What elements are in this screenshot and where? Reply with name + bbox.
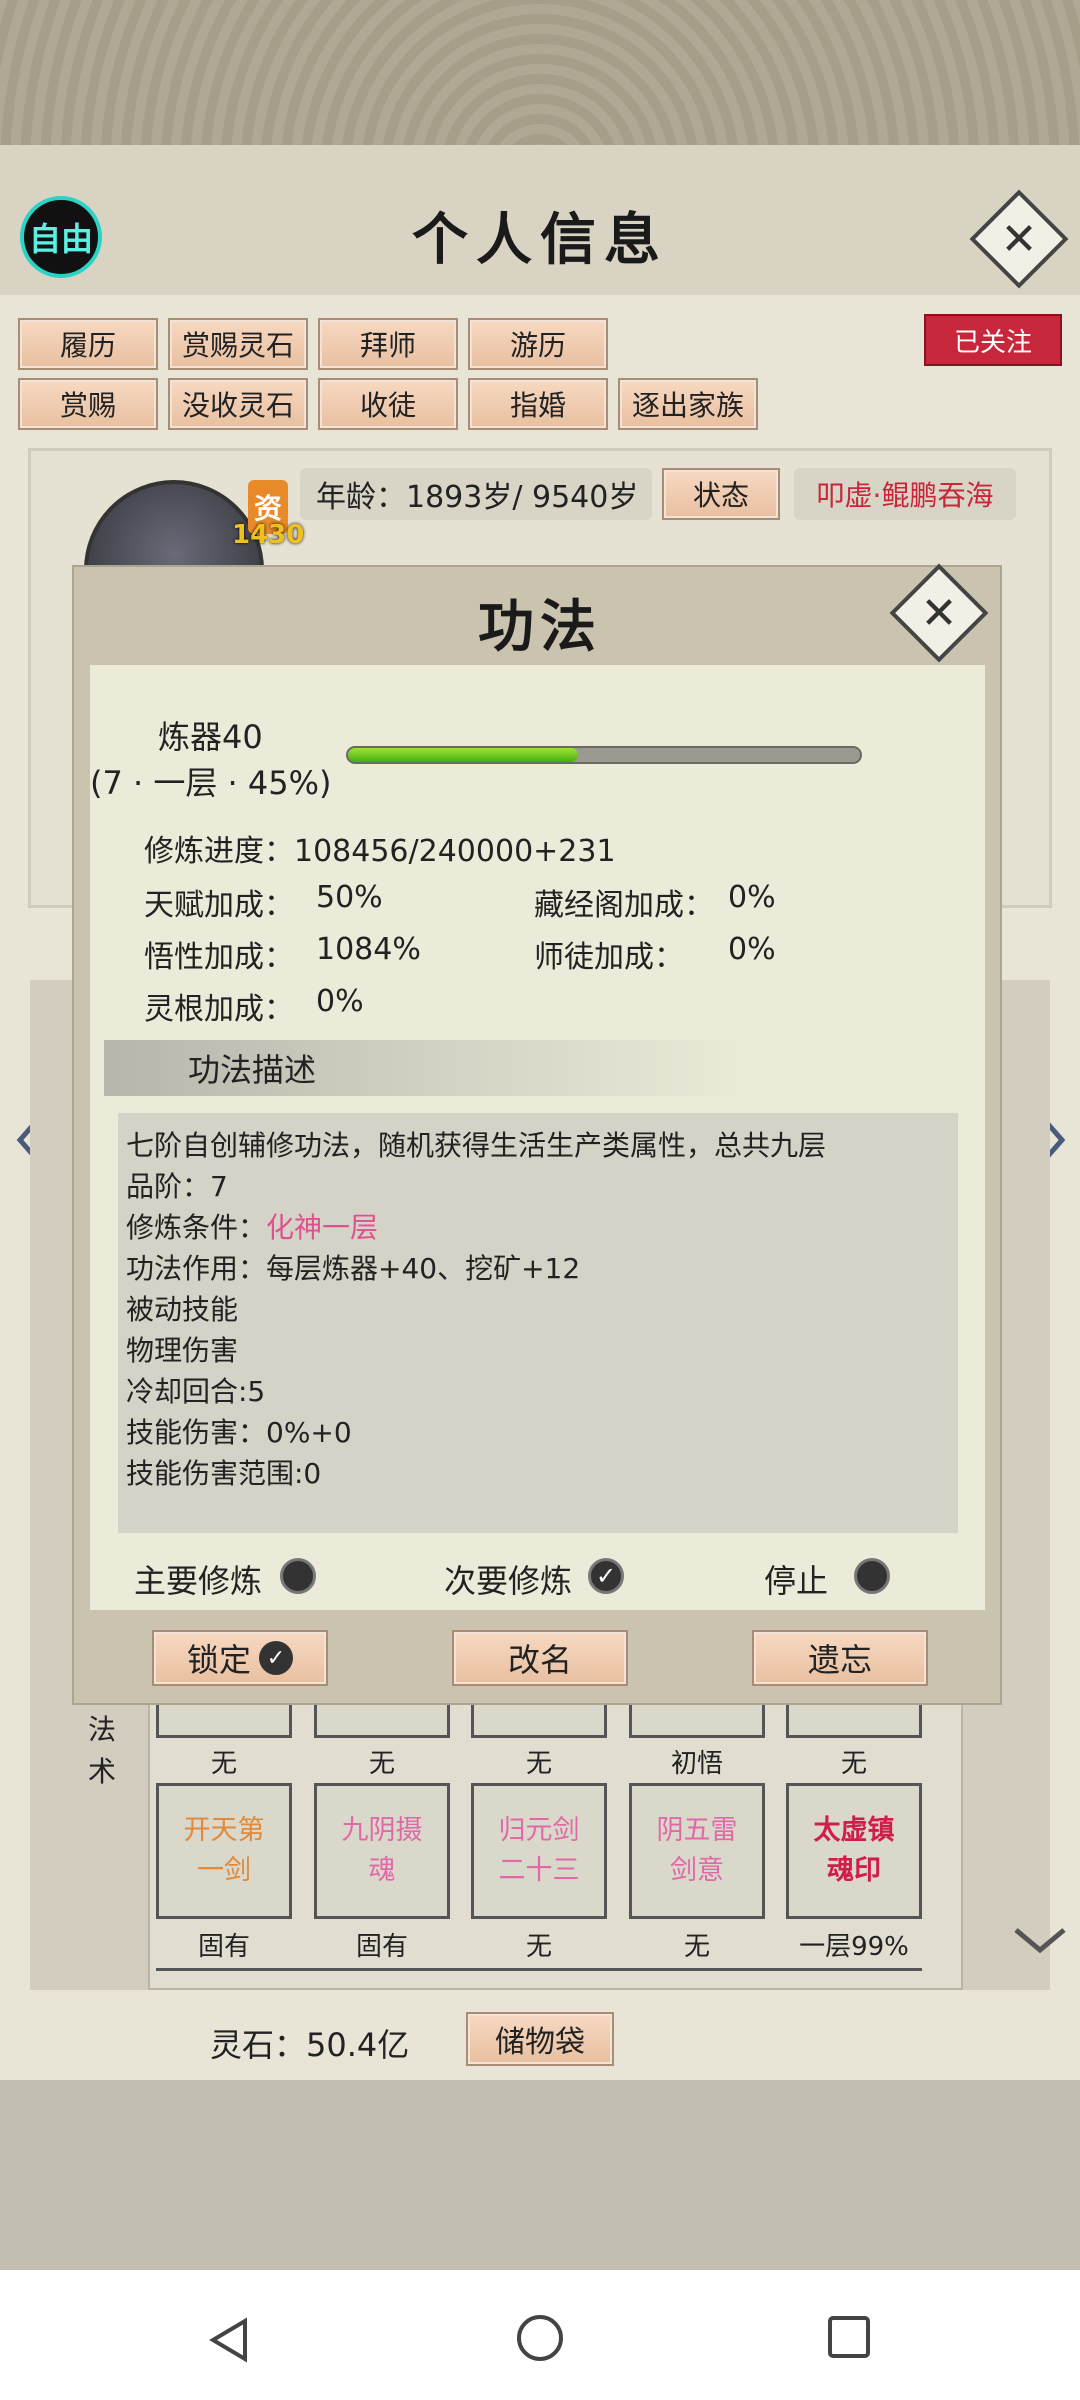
section-label-char-2: 术 (88, 1755, 117, 1788)
skill-slot-top[interactable] (629, 1700, 765, 1738)
skill-slot-guiyuan[interactable]: 归元剑 二十三 (471, 1783, 607, 1919)
skill-name: 开天第 一剑 (183, 1815, 265, 1886)
desc-line: 冷却回合:5 (126, 1375, 266, 1408)
lower-background (0, 2080, 1080, 2270)
stop-radio[interactable] (854, 1558, 890, 1594)
skill-name: 九阴摄 魂 (341, 1815, 423, 1886)
action-travel-button[interactable]: 游历 (468, 318, 608, 370)
root-bonus-value: 0% (316, 984, 364, 1019)
root-bonus-label: 灵根加成： (144, 992, 294, 1027)
followed-badge[interactable]: 已关注 (924, 314, 1062, 366)
insight-bonus-label: 悟性加成： (144, 940, 294, 975)
desc-line: 修炼条件：化神一层 (126, 1206, 378, 1246)
library-bonus-value: 0% (728, 880, 776, 915)
close-icon: ✕ (920, 587, 958, 639)
recents-nav-icon[interactable] (828, 2316, 870, 2358)
lock-check-icon: ✓ (259, 1641, 293, 1675)
progress-bar-fill (348, 748, 579, 762)
skill-name: 阴五雷 剑意 (656, 1815, 738, 1886)
free-badge-label: 自由 (28, 220, 93, 258)
desc-line: 被动技能 (126, 1293, 239, 1326)
storage-bag-button[interactable]: 储物袋 (466, 2012, 614, 2066)
forget-button[interactable]: 遗忘 (752, 1630, 928, 1686)
insight-bonus-value: 1084% (316, 932, 421, 967)
desc-condition-label: 修炼条件： (126, 1211, 267, 1244)
skill-level-text: (7 · 一层 · 45%) (90, 764, 332, 802)
secondary-cultivate-label: 次要修炼 (444, 1562, 573, 1600)
library-bonus-label: 藏经阁加成： (534, 888, 714, 923)
desc-line: 技能伤害范围:0 (126, 1457, 322, 1490)
skill-slot-top[interactable] (156, 1700, 292, 1738)
skill-slot-kaitian[interactable]: 开天第 一剑 (156, 1783, 292, 1919)
skill-slot-top[interactable] (786, 1700, 922, 1738)
skill-level-label: 无 (683, 1932, 710, 1962)
action-confiscate-stones-button[interactable]: 没收灵石 (168, 378, 308, 430)
skill-level-label: 无 (210, 1749, 237, 1779)
desc-condition-value: 化神一层 (266, 1211, 379, 1244)
age-field: 年龄：1893岁/ 9540岁 (300, 468, 652, 520)
action-history-button[interactable]: 履历 (18, 318, 158, 370)
skill-slot-bottom-partial (156, 1968, 922, 1984)
talent-bonus-value: 50% (316, 880, 383, 915)
top-decor-band (0, 0, 1080, 145)
skill-slot-taixu[interactable]: 太虚镇 魂印 (786, 1783, 922, 1919)
skill-slot-top[interactable] (314, 1700, 450, 1738)
lock-button[interactable]: 锁定 ✓ (152, 1630, 328, 1686)
skill-level-label: 初悟 (670, 1749, 723, 1779)
talent-bonus-label: 天赋加成： (144, 888, 294, 923)
lock-button-label: 锁定 (186, 1641, 251, 1679)
status-button[interactable]: 状态 (662, 468, 780, 520)
desc-header: 功法描述 (188, 1051, 317, 1089)
action-reward-button[interactable]: 赏赐 (18, 378, 158, 430)
action-take-master-button[interactable]: 拜师 (318, 318, 458, 370)
skill-name-label: 炼器40 (158, 718, 263, 756)
cultivation-progress: 修炼进度：108456/240000+231 (144, 834, 616, 869)
realm-text: 叩虚·鲲鹏吞海 (816, 479, 994, 512)
master-bonus-value: 0% (728, 932, 776, 967)
progress-bar (346, 746, 862, 764)
close-icon: ✕ (1000, 213, 1038, 265)
main-cultivate-label: 主要修炼 (134, 1562, 263, 1600)
skill-name: 归元剑 二十三 (498, 1815, 580, 1886)
desc-line: 技能伤害：0%+0 (126, 1416, 352, 1449)
skill-level-label: 无 (368, 1749, 395, 1779)
stop-label: 停止 (764, 1562, 829, 1600)
main-cultivate-radio[interactable] (280, 1558, 316, 1594)
action-reward-stones-button[interactable]: 赏赐灵石 (168, 318, 308, 370)
action-arrange-marriage-button[interactable]: 指婚 (468, 378, 608, 430)
desc-header-bar: 功法描述 (104, 1040, 754, 1096)
scroll-down-chevron-icon[interactable] (1010, 1920, 1070, 1960)
spirit-stones-text: 灵石：50.4亿 (210, 2026, 410, 2064)
desc-line: 物理伤害 (126, 1334, 239, 1367)
home-nav-icon[interactable] (517, 2315, 563, 2361)
skill-level-label: 固有 (355, 1932, 408, 1962)
secondary-cultivate-checkbox[interactable]: ✓ (588, 1558, 624, 1594)
back-nav-icon[interactable] (205, 2315, 255, 2365)
skill-level-label: 无 (525, 1932, 552, 1962)
skill-slot-yinwulei[interactable]: 阴五雷 剑意 (629, 1783, 765, 1919)
action-take-disciple-button[interactable]: 收徒 (318, 378, 458, 430)
action-expel-button[interactable]: 逐出家族 (618, 378, 758, 430)
desc-line: 七阶自创辅修功法，随机获得生活生产类属性，总共九层 (126, 1129, 827, 1162)
desc-line: 功法作用：每层炼器+40、挖矿+12 (126, 1252, 581, 1285)
master-bonus-label: 师徒加成： (534, 940, 684, 975)
skill-level-label: 无 (840, 1749, 867, 1779)
skill-level-label: 固有 (197, 1932, 250, 1962)
free-badge[interactable]: 自由 (20, 196, 102, 278)
page-title: 个人信息 (412, 207, 668, 273)
skill-level-label: 一层99% (799, 1932, 909, 1962)
age-text: 年龄：1893岁/ 9540岁 (316, 480, 639, 515)
skill-slot-jiuyin[interactable]: 九阴摄 魂 (314, 1783, 450, 1919)
realm-field: 叩虚·鲲鹏吞海 (794, 468, 1016, 520)
skill-level-label: 无 (525, 1749, 552, 1779)
desc-line: 品阶：7 (126, 1170, 228, 1203)
rename-button[interactable]: 改名 (452, 1630, 628, 1686)
aptitude-value: 1430 (232, 520, 305, 550)
modal-title: 功法 (478, 594, 602, 660)
skill-name: 太虚镇 魂印 (813, 1815, 895, 1886)
followed-label: 已关注 (953, 327, 1032, 358)
section-label-char-1: 法 (88, 1713, 117, 1746)
skill-slot-top[interactable] (471, 1700, 607, 1738)
